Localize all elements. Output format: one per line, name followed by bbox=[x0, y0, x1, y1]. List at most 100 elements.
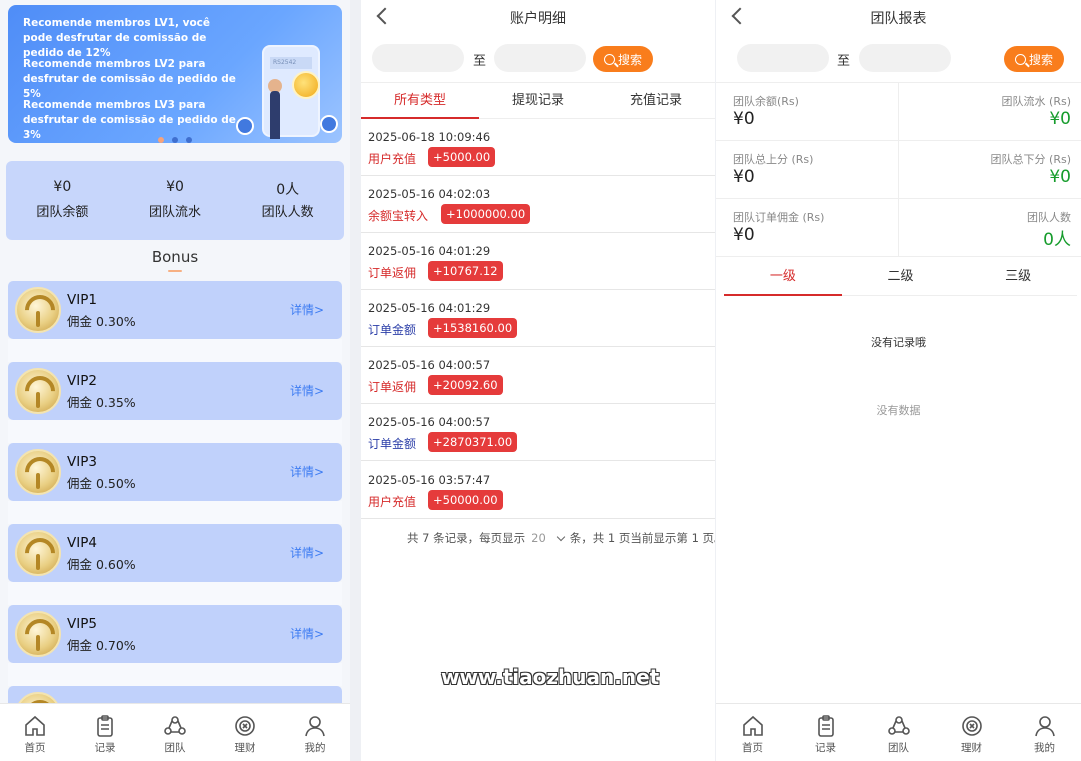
bonus-title: Bonus bbox=[151, 248, 199, 266]
record-amount-badge: +1000000.00 bbox=[441, 204, 531, 224]
tab-label: 理财 bbox=[234, 742, 256, 754]
list-item[interactable]: 2025-05-16 04:01:29 订单金额 +1538160.00 bbox=[361, 290, 715, 347]
tab-recharge-records[interactable]: 充值记录 bbox=[597, 83, 715, 118]
vip-card-vip5[interactable]: VIP5 佣金 0.70% 详情> bbox=[8, 605, 342, 663]
empty-data-text: 没有数据 bbox=[876, 404, 921, 417]
team-report-panel: 团队报表 至 搜索 团队余额(Rs) ¥0 团队流水 (Rs) ¥0 团队总上分… bbox=[716, 0, 1081, 761]
vip-detail-link[interactable]: 详情> bbox=[290, 544, 324, 561]
divider bbox=[8, 663, 342, 686]
divider bbox=[8, 582, 342, 605]
record-time: 2025-05-16 04:02:03 bbox=[368, 187, 491, 201]
cell-value: ¥0 bbox=[733, 225, 755, 245]
start-date-input[interactable] bbox=[737, 44, 829, 72]
page-size-select[interactable]: 20 bbox=[531, 531, 546, 545]
tab-team[interactable]: 团队 bbox=[140, 704, 210, 761]
cell-value: ¥0 bbox=[1049, 109, 1071, 129]
team-icon bbox=[887, 716, 910, 735]
list-item[interactable]: 2025-06-18 10:09:46 用户充值 +5000.00 bbox=[361, 119, 715, 176]
tab-label: 首页 bbox=[742, 742, 763, 754]
vip-commission: 佣金 0.50% bbox=[67, 476, 136, 491]
vip-logo-icon bbox=[15, 530, 61, 576]
vip-detail-link[interactable]: 详情> bbox=[290, 625, 324, 642]
record-time: 2025-05-16 04:01:29 bbox=[368, 301, 491, 315]
search-icon bbox=[1014, 53, 1026, 65]
chevron-down-icon[interactable] bbox=[556, 532, 566, 542]
profile-icon bbox=[305, 716, 325, 737]
cell-label: 团队订单佣金 (Rs) bbox=[733, 211, 825, 224]
end-date-input[interactable] bbox=[494, 44, 586, 72]
vip-detail-link[interactable]: 详情> bbox=[290, 463, 324, 480]
record-amount-badge: +1538160.00 bbox=[428, 318, 518, 338]
tab-level-2[interactable]: 二级 bbox=[842, 258, 960, 295]
pagination-info: 共 7 条记录，每页显示 20 条，共 1 页当前显示第 1 页。 bbox=[407, 530, 715, 546]
header: 团队报表 bbox=[716, 0, 1081, 34]
record-amount-badge: +5000.00 bbox=[428, 147, 496, 167]
stat-value: ¥0 bbox=[166, 179, 184, 195]
end-date-input[interactable] bbox=[859, 44, 951, 72]
list-item[interactable]: 2025-05-16 04:00:57 订单返佣 +20092.60 bbox=[361, 347, 715, 404]
tab-label: 记录 bbox=[815, 742, 836, 754]
team-stats-card: ¥0 团队余额 ¥0 团队流水 0人 团队人数 bbox=[6, 161, 344, 240]
promo-banner[interactable]: Recomende membros LV1, você pode desfrut… bbox=[8, 5, 342, 143]
date-search-row: 至 搜索 bbox=[361, 44, 715, 74]
vip-card-vip1[interactable]: VIP1 佣金 0.30% 详情> bbox=[8, 281, 342, 339]
tab-finance[interactable]: 理财 bbox=[210, 704, 280, 761]
list-item[interactable]: 2025-05-16 04:02:03 余额宝转入 +1000000.00 bbox=[361, 176, 715, 233]
tab-finance[interactable]: 理财 bbox=[935, 704, 1008, 761]
search-icon bbox=[603, 53, 615, 65]
tab-label: 理财 bbox=[961, 742, 982, 754]
stat-label: 团队人数 bbox=[261, 205, 314, 220]
tab-records[interactable]: 记录 bbox=[70, 704, 140, 761]
tab-profile[interactable]: 我的 bbox=[280, 704, 350, 761]
team-order-commission-cell: 团队订单佣金 (Rs) ¥0 bbox=[716, 199, 899, 257]
tab-team[interactable]: 团队 bbox=[862, 704, 935, 761]
tab-home[interactable]: 首页 bbox=[0, 704, 70, 761]
cell-label: 团队流水 (Rs) bbox=[1001, 95, 1071, 108]
tab-level-3[interactable]: 三级 bbox=[959, 258, 1077, 295]
coin-illustration bbox=[292, 71, 320, 99]
team-icon bbox=[164, 716, 186, 735]
search-button[interactable]: 搜索 bbox=[593, 46, 653, 72]
cell-label: 团队总下分 (Rs) bbox=[990, 153, 1071, 166]
home-icon bbox=[742, 715, 763, 736]
page-title: 账户明细 bbox=[510, 11, 566, 27]
tab-level-1[interactable]: 一级 bbox=[724, 258, 842, 296]
team-balance-stat: ¥0 团队余额 bbox=[6, 161, 119, 240]
start-date-input[interactable] bbox=[372, 44, 464, 72]
banner-line-lv2: Recomende membros LV2 para desfrutar de … bbox=[23, 58, 236, 100]
divider bbox=[8, 420, 342, 443]
tab-withdraw-records[interactable]: 提现记录 bbox=[479, 83, 597, 118]
carousel-dot[interactable] bbox=[172, 137, 178, 143]
vip-name: VIP5 bbox=[67, 616, 97, 632]
search-label: 搜索 bbox=[617, 52, 642, 67]
list-item[interactable]: 2025-05-16 04:00:57 订单金额 +2870371.00 bbox=[361, 404, 715, 461]
vip-card-vip2[interactable]: VIP2 佣金 0.35% 详情> bbox=[8, 362, 342, 420]
tab-profile[interactable]: 我的 bbox=[1008, 704, 1081, 761]
stat-label: 团队余额 bbox=[36, 205, 89, 220]
cell-label: 团队余额(Rs) bbox=[733, 95, 799, 108]
carousel-dots[interactable] bbox=[158, 137, 192, 143]
page-title: 团队报表 bbox=[870, 11, 927, 27]
list-item[interactable]: 2025-05-16 03:57:47 用户充值 +50000.00 bbox=[361, 462, 715, 519]
tab-all-types[interactable]: 所有类型 bbox=[361, 83, 479, 119]
vip-card-vip3[interactable]: VIP3 佣金 0.50% 详情> bbox=[8, 443, 342, 501]
tab-records[interactable]: 记录 bbox=[789, 704, 862, 761]
search-button[interactable]: 搜索 bbox=[1004, 46, 1064, 72]
account-details-panel: 账户明细 至 搜索 所有类型 提现记录 充值记录 2025-06-18 10:0… bbox=[361, 0, 715, 761]
vip-detail-link[interactable]: 详情> bbox=[290, 382, 324, 399]
vip-card-vip4[interactable]: VIP4 佣金 0.60% 详情> bbox=[8, 524, 342, 582]
vip-logo-icon bbox=[15, 449, 61, 495]
tab-home[interactable]: 首页 bbox=[716, 704, 789, 761]
vip-detail-link[interactable]: 详情> bbox=[290, 301, 324, 318]
cell-value: 0人 bbox=[1043, 230, 1071, 250]
stat-value: ¥0 bbox=[53, 179, 72, 195]
carousel-dot[interactable] bbox=[158, 137, 164, 143]
record-time: 2025-05-16 04:01:29 bbox=[368, 244, 491, 258]
divider bbox=[8, 501, 342, 524]
record-time: 2025-05-16 04:00:57 bbox=[368, 415, 491, 429]
record-time: 2025-05-16 04:00:57 bbox=[368, 358, 491, 372]
carousel-dot[interactable] bbox=[186, 137, 192, 143]
team-balance-cell: 团队余额(Rs) ¥0 bbox=[716, 83, 899, 141]
person-illustration bbox=[270, 91, 280, 139]
list-item[interactable]: 2025-05-16 04:01:29 订单返佣 +10767.12 bbox=[361, 233, 715, 290]
